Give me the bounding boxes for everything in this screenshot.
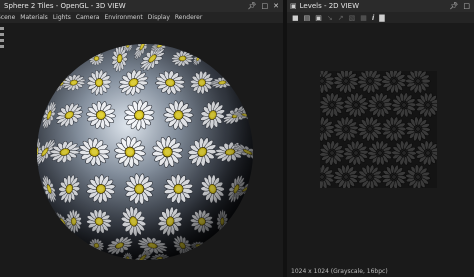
2d-view-title: Levels - 2D VIEW <box>299 2 359 10</box>
menu-environment[interactable]: Environment <box>104 12 142 23</box>
menu-scene[interactable]: Scene <box>0 12 15 23</box>
viewport-side-toolbar[interactable] <box>0 24 5 64</box>
pin-icon[interactable]: 📌︎ <box>248 0 257 12</box>
pin-icon[interactable]: 📌︎ <box>449 0 458 12</box>
copy-icon[interactable]: ▣ <box>315 14 322 22</box>
menu-lights[interactable]: Lights <box>53 12 71 23</box>
zoom-icon[interactable]: ↗ <box>338 14 344 22</box>
info-icon[interactable]: i <box>372 14 374 22</box>
2d-view-icon: ▣ <box>290 2 297 10</box>
tiled-sphere-preview[interactable] <box>35 42 255 262</box>
grid-icon[interactable]: ▦ <box>360 14 367 22</box>
3d-view-titlebar: Sphere 2 Tiles - OpenGL - 3D VIEW 📌︎ □ ✕ <box>0 0 283 12</box>
close-icon[interactable]: ✕ <box>273 0 279 12</box>
save-icon[interactable]: ■ <box>292 14 299 22</box>
menu-materials[interactable]: Materials <box>20 12 48 23</box>
levels-texture-preview[interactable] <box>309 68 441 190</box>
restore-icon[interactable]: □ <box>463 0 470 12</box>
3d-view-title: Sphere 2 Tiles - OpenGL - 3D VIEW <box>4 2 126 10</box>
image-info-status: 1024 x 1024 (Grayscale, 16bpc) <box>291 268 388 275</box>
menu-camera[interactable]: Camera <box>76 12 100 23</box>
channels-icon[interactable]: ▧ <box>349 14 356 22</box>
2d-view-titlebar: ▣ Levels - 2D VIEW 📌︎ □ <box>287 0 474 12</box>
3d-view-panel: Sphere 2 Tiles - OpenGL - 3D VIEW 📌︎ □ ✕… <box>0 0 283 277</box>
menu-renderer[interactable]: Renderer <box>175 12 202 23</box>
histogram-icon[interactable]: ▇ <box>379 14 384 22</box>
3d-view-menubar: Scene Materials Lights Camera Environmen… <box>0 12 283 23</box>
menu-display[interactable]: Display <box>148 12 170 23</box>
export-icon[interactable]: ▤ <box>304 14 311 22</box>
2d-view-toolbar: ■ ▤ ▣ ↘ ↗ ▧ ▦ i ▇ <box>287 12 474 23</box>
restore-icon[interactable]: □ <box>262 0 269 12</box>
fit-icon[interactable]: ↘ <box>327 14 333 22</box>
2d-view-panel: ▣ Levels - 2D VIEW 📌︎ □ ■ ▤ ▣ ↘ ↗ ▧ ▦ i … <box>287 0 474 277</box>
